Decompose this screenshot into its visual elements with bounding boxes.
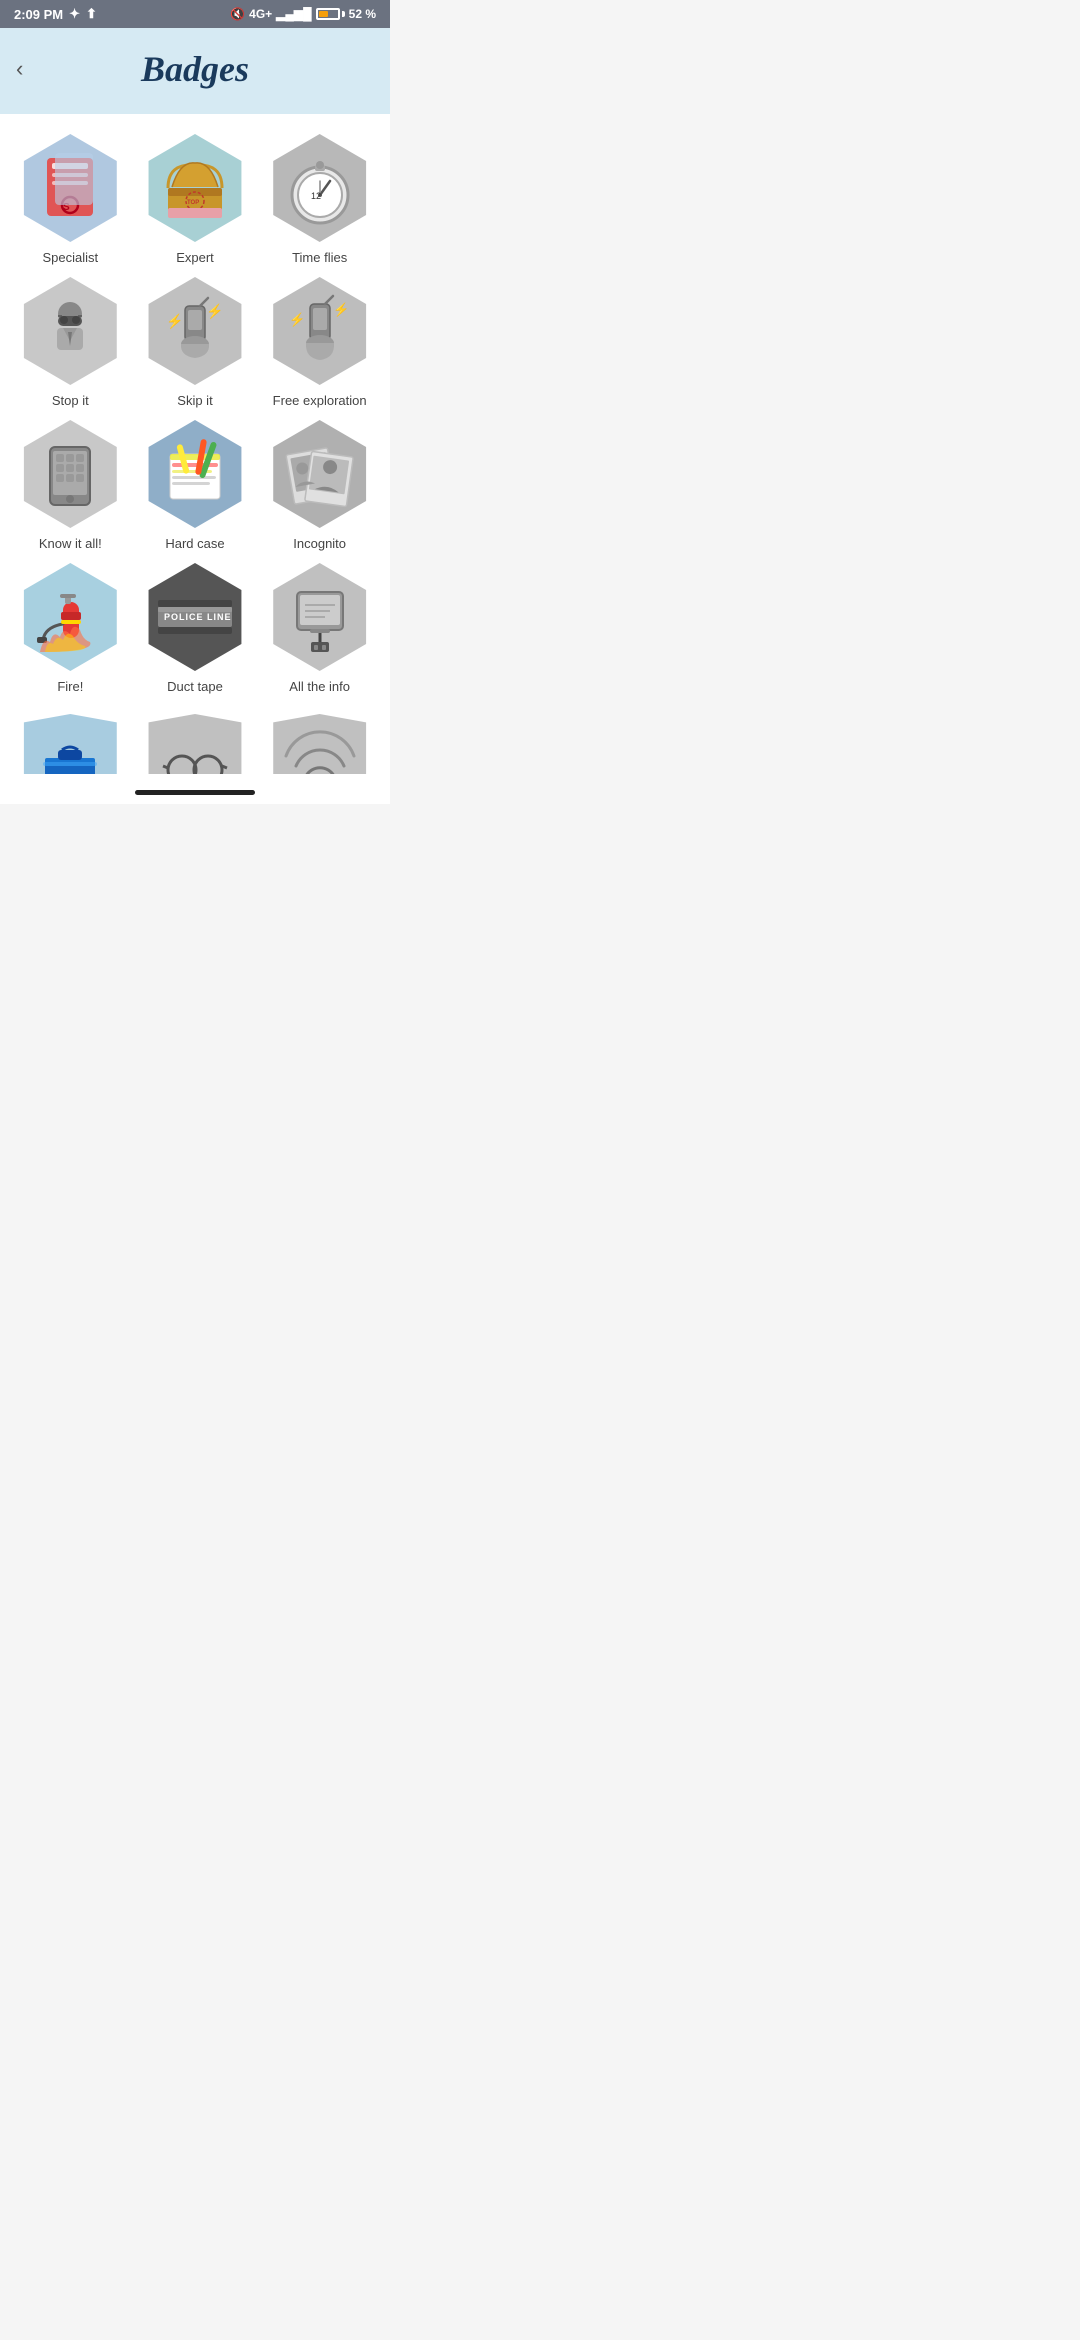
header: ‹ Badges [0, 28, 390, 114]
incognito-icon [275, 429, 365, 519]
badge-incognito[interactable]: Incognito [263, 420, 376, 551]
home-indicator [135, 790, 255, 795]
mute-icon: 🔇 [230, 7, 245, 21]
svg-text:POLICE LINE: POLICE LINE [164, 612, 232, 622]
svg-text:⚡: ⚡ [289, 312, 305, 328]
badge-know-it-all[interactable]: Know it all! [14, 420, 127, 551]
partial-badge-2-icon [155, 728, 235, 774]
badge-time-flies-label: Time flies [292, 250, 347, 265]
fire-icon [25, 572, 115, 662]
badges-row-partial [0, 714, 390, 784]
badge-time-flies[interactable]: 12 Time flies [263, 134, 376, 265]
svg-text:⚡: ⚡ [166, 313, 183, 330]
badge-hard-case-label: Hard case [165, 536, 224, 551]
battery-indicator [316, 8, 345, 20]
free-exploration-icon: ⚡ ⚡ [275, 286, 365, 376]
badge-specialist[interactable]: S Specialist [14, 134, 127, 265]
badge-partial-1[interactable] [14, 714, 127, 774]
badge-free-exploration-label: Free exploration [273, 393, 367, 408]
badge-partial-3[interactable] [263, 714, 376, 774]
badges-grid: S Specialist TOP Expert [0, 114, 390, 714]
page-title: Badges [141, 48, 249, 90]
badge-all-the-info-label: All the info [289, 679, 350, 694]
svg-text:⚡: ⚡ [206, 303, 223, 320]
duct-tape-icon: POLICE LINE [150, 572, 240, 662]
stop-it-icon [25, 286, 115, 376]
status-bar: 2:09 PM ✦ ⬆ 🔇 4G+ ▂▄▆█ 52 % [0, 0, 390, 28]
time-flies-icon: 12 [275, 143, 365, 233]
badge-duct-tape-label: Duct tape [167, 679, 223, 694]
badge-partial-2[interactable] [139, 714, 252, 774]
battery-percent: 52 % [349, 7, 376, 21]
signal-bars: ▂▄▆█ [276, 7, 311, 21]
bbm-icon: ✦ [69, 6, 80, 22]
back-button[interactable]: ‹ [16, 56, 23, 82]
badge-hard-case[interactable]: Hard case [139, 420, 252, 551]
badge-incognito-label: Incognito [293, 536, 346, 551]
badge-skip-it-label: Skip it [177, 393, 212, 408]
status-left: 2:09 PM ✦ ⬆ [14, 6, 97, 22]
know-it-all-icon [25, 429, 115, 519]
badge-stop-it[interactable]: Stop it [14, 277, 127, 408]
badge-know-it-all-label: Know it all! [39, 536, 102, 551]
badge-duct-tape[interactable]: POLICE LINE Duct tape [139, 563, 252, 694]
badge-expert[interactable]: TOP Expert [139, 134, 252, 265]
badge-all-the-info[interactable]: All the info [263, 563, 376, 694]
badge-skip-it[interactable]: ⚡ ⚡ Skip it [139, 277, 252, 408]
time: 2:09 PM [14, 7, 63, 22]
svg-text:TOP: TOP [187, 200, 199, 206]
badge-specialist-label: Specialist [43, 250, 99, 265]
status-right: 🔇 4G+ ▂▄▆█ 52 % [230, 7, 376, 21]
partial-badge-1-icon [30, 728, 110, 774]
signal-text: 4G+ [249, 7, 272, 21]
svg-text:12: 12 [311, 191, 321, 201]
expert-icon: TOP [150, 143, 240, 233]
upload-icon: ⬆ [86, 6, 97, 22]
badge-fire-label: Fire! [57, 679, 83, 694]
bottom-bar [0, 784, 390, 804]
badge-stop-it-label: Stop it [52, 393, 89, 408]
skip-it-icon: ⚡ ⚡ [150, 286, 240, 376]
badge-free-exploration[interactable]: ⚡ ⚡ Free exploration [263, 277, 376, 408]
partial-badge-3-icon [280, 728, 360, 774]
badge-expert-label: Expert [176, 250, 214, 265]
badge-fire[interactable]: Fire! [14, 563, 127, 694]
specialist-icon: S [25, 143, 115, 233]
svg-text:⚡: ⚡ [333, 302, 349, 318]
hard-case-icon [150, 429, 240, 519]
all-the-info-icon [275, 572, 365, 662]
